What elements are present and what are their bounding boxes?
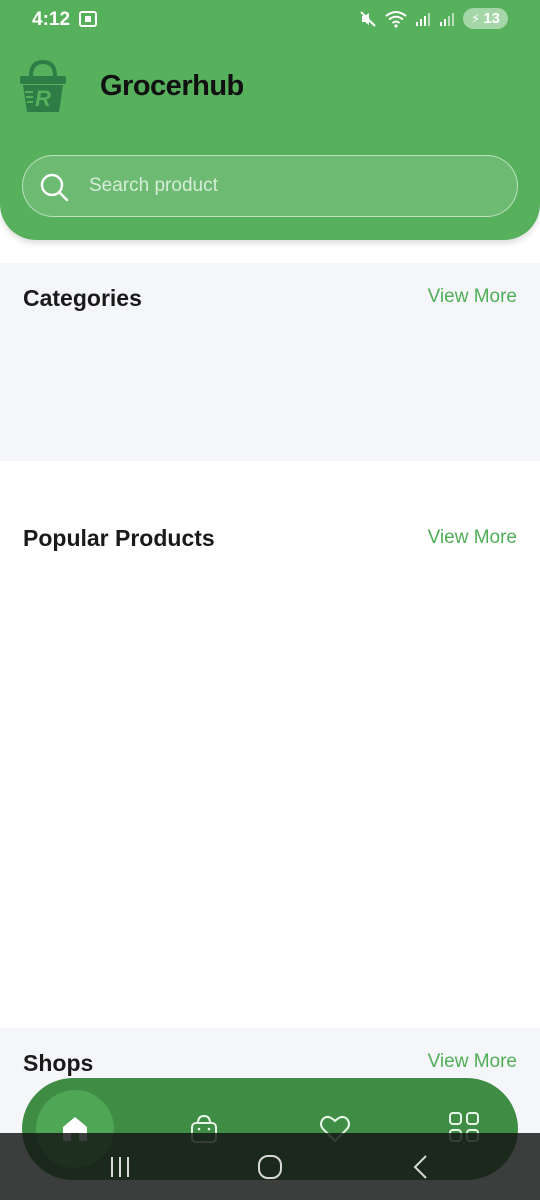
system-navigation-bar (0, 1133, 540, 1200)
recent-apps-icon[interactable] (106, 1153, 136, 1181)
app-header: 4:12 ⚡ 13 R Grocerhub Search product (0, 0, 540, 240)
charging-icon: ⚡ (471, 10, 481, 26)
battery-level: 13 (483, 10, 500, 27)
search-icon (40, 173, 69, 202)
popular-products-view-more-link[interactable]: View More (428, 527, 517, 549)
back-icon[interactable] (406, 1153, 436, 1181)
popular-products-section: Popular Products View More (0, 461, 540, 1028)
status-time: 4:12 (32, 9, 71, 30)
categories-view-more-link[interactable]: View More (428, 286, 517, 308)
shops-title: Shops (23, 1050, 94, 1076)
categories-title: Categories (23, 285, 142, 311)
home-nav-icon[interactable] (255, 1153, 285, 1181)
app-title: Grocerhub (100, 70, 244, 102)
shopping-basket-logo-icon: R (20, 59, 66, 112)
shops-view-more-link[interactable]: View More (428, 1051, 517, 1073)
signal-icon-2 (440, 12, 455, 26)
screenshot-icon (79, 11, 97, 27)
status-bar: 4:12 ⚡ 13 (0, 0, 540, 40)
search-input[interactable] (89, 156, 499, 216)
battery-indicator: ⚡ 13 (463, 8, 508, 29)
svg-text:R: R (35, 86, 51, 111)
status-icons: ⚡ 13 (359, 8, 508, 29)
wifi-icon (385, 10, 407, 28)
search-bar[interactable] (22, 155, 518, 217)
signal-icon (416, 12, 431, 26)
categories-section: Categories View More (0, 263, 540, 461)
popular-products-title: Popular Products (23, 525, 215, 551)
mute-icon (360, 10, 376, 27)
